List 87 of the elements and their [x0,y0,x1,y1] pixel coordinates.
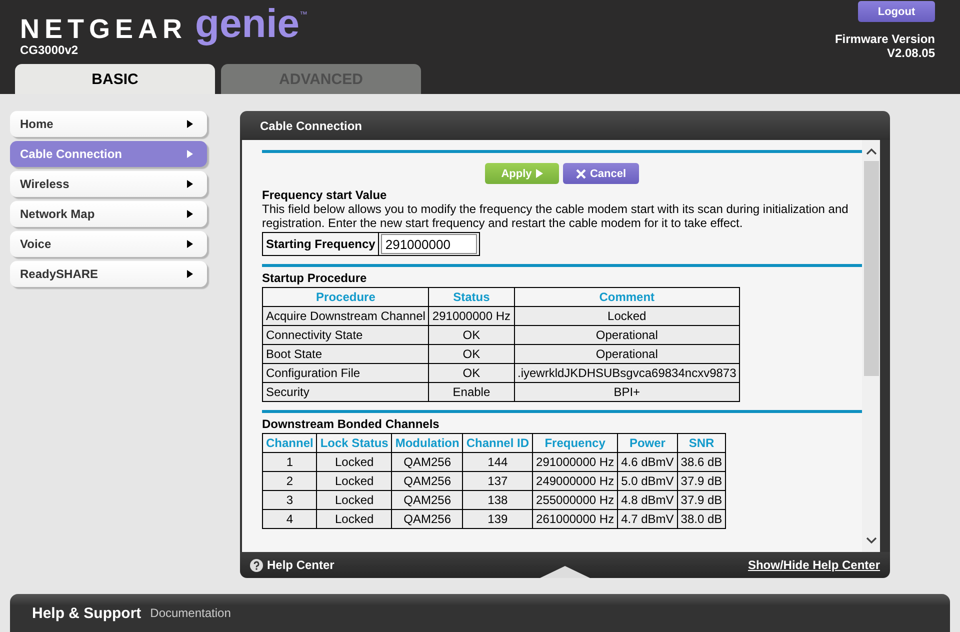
play-icon [536,169,543,178]
table-cell: 38.0 dB [677,510,726,528]
table-cell: Operational [514,326,740,344]
table-cell: OK [428,326,514,344]
firmware-label: Firmware Version [834,32,935,46]
arrow-icon [187,120,193,128]
table-cell: 38.6 dB [677,452,726,472]
expand-triangle-icon[interactable] [540,564,590,578]
product-name: genie [195,4,300,44]
table-cell: 3 [262,490,317,510]
field-label: Starting Frequency [263,233,380,255]
table-cell: 137 [462,472,533,490]
table-cell: Configuration File [262,364,429,382]
table-cell: 249000000 Hz [532,472,618,490]
close-icon [576,168,586,178]
column-header: Status [428,288,514,306]
arrow-icon [187,180,193,188]
table-cell: QAM256 [392,510,463,528]
table-cell: 37.9 dB [677,490,726,510]
table-cell: 5.0 dBmV [618,472,678,490]
column-header: Comment [514,288,740,306]
table-cell: Boot State [262,344,429,364]
arrow-icon [187,210,193,218]
sidebar-item[interactable]: Voice [10,231,207,257]
table-cell: Locked [316,452,392,472]
table-cell: Locked [316,472,392,490]
table-cell: OK [428,344,514,364]
table-cell: 4 [262,510,317,528]
section-title: Downstream Bonded Channels [262,417,440,431]
table-cell: Enable [428,382,514,402]
sidebar-item[interactable]: Home [10,111,207,137]
table-cell: 139 [462,510,533,528]
help-icon [250,558,263,572]
table-cell: 255000000 Hz [532,490,618,510]
table-cell: QAM256 [392,452,463,472]
table-cell: BPI+ [514,382,740,402]
table-cell: QAM256 [392,490,463,510]
sidebar-item[interactable]: Network Map [10,201,207,227]
column-header: Frequency [532,434,618,452]
scrollbar[interactable] [862,140,880,552]
show-hide-help-link[interactable]: Show/Hide Help Center [748,558,880,572]
table-cell: QAM256 [392,472,463,490]
table-cell: 4.6 dBmV [618,452,678,472]
section-title: Startup Procedure [262,271,368,285]
table-cell: Connectivity State [262,326,429,344]
firmware-version: V2.08.05 [886,46,935,60]
input-field[interactable]: 291000000 [381,234,478,254]
table-cell: Locked [316,510,392,528]
arrow-icon [187,240,193,248]
table-cell: 4.7 dBmV [618,510,678,528]
brand-logo-text: NETGEAR [20,14,188,45]
footer-title: Help & Support [32,604,142,622]
tab[interactable]: BASIC [15,64,215,94]
table-cell: Locked [316,490,392,510]
table-cell: 291000000 Hz [428,306,514,326]
logout-button[interactable]: Logout [858,1,935,22]
table-cell: 2 [262,472,317,490]
table-cell: 37.9 dB [677,472,726,490]
scrollbar-thumb[interactable] [864,161,878,376]
section-title: Frequency start Value [262,188,388,202]
sidebar-item[interactable]: ReadySHARE [10,261,207,287]
table-cell: 1 [262,452,317,472]
column-header: Channel [262,434,317,452]
sidebar-item[interactable]: Wireless [10,171,207,197]
model-name: CG3000v2 [20,43,80,57]
chevron-down-icon [866,537,876,544]
description-text: This field below allows you to modify the frequency the cable modem start with its scan during initialization and registration. Enter the new start frequency and restart the cable modem for it to take effect. [262,202,850,230]
table-cell: OK [428,364,514,382]
table-cell: Operational [514,344,740,364]
table-cell: 138 [462,490,533,510]
documentation-link[interactable]: Documentation [150,606,231,620]
panel-title: Cable Connection [240,111,890,140]
help-center-label[interactable]: Help Center [250,558,334,572]
trademark-sign: ™ [300,10,308,19]
chevron-up-icon [866,148,876,155]
table-cell: 291000000 Hz [532,452,618,472]
arrow-icon [187,270,193,278]
column-header: Procedure [262,288,429,306]
table-cell: Locked [514,306,740,326]
table-cell: 4.8 dBmV [618,490,678,510]
arrow-icon [187,150,193,158]
table-cell: 261000000 Hz [532,510,618,528]
cancel-button[interactable]: Cancel [563,163,639,184]
table-cell: 144 [462,452,533,472]
table-cell: Security [262,382,429,402]
table-cell: .iyewrkldJKDHSUBsgvca69834ncxv9873 [514,364,740,382]
table-cell: Acquire Downstream Channel [262,306,429,326]
